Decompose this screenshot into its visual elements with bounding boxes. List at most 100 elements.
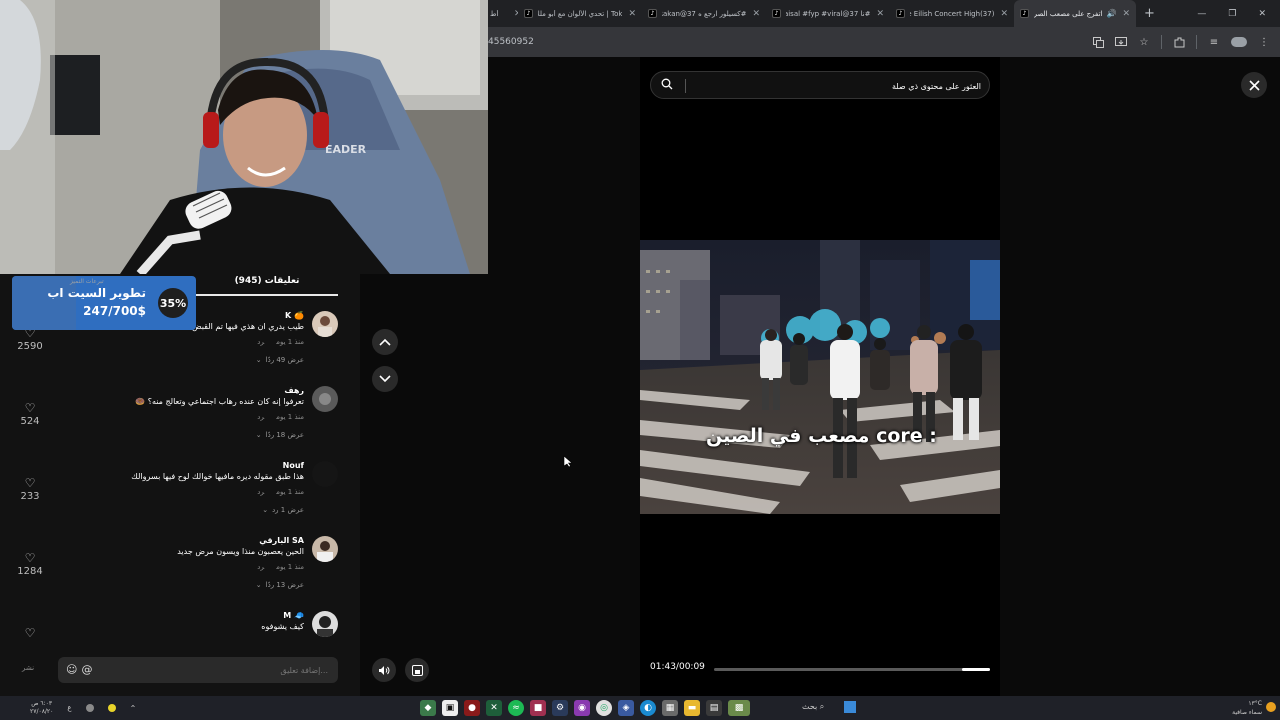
app-icon[interactable]: ✕ — [486, 700, 502, 716]
pip-button[interactable] — [405, 658, 429, 682]
browser-tab[interactable]: ♪ #نا faisal #fyp #viral@37 ✕ — [766, 0, 890, 27]
close-video-button[interactable] — [1241, 72, 1267, 98]
webcam-overlay: EADER — [0, 0, 488, 274]
chevron-up-icon[interactable]: ⌃ — [130, 704, 137, 713]
seek-bar[interactable] — [714, 668, 990, 671]
app-icon[interactable]: ◆ — [420, 700, 436, 716]
heart-icon[interactable]: ♡ — [14, 552, 46, 564]
comment-like[interactable]: ♡ 2590 — [14, 327, 46, 352]
weather-widget[interactable]: ١٣°C سماء صافية — [1232, 699, 1262, 717]
avatar[interactable] — [312, 611, 338, 637]
next-video-button[interactable] — [372, 366, 398, 392]
previous-video-button[interactable] — [372, 329, 398, 355]
comment-like[interactable]: ♡ 1284 — [14, 552, 46, 577]
browser-tab[interactable]: ♪ Tok | تحدي الألوان مع أبو ملك ✕ — [518, 0, 642, 27]
bookmark-star-icon[interactable]: ☆ — [1138, 36, 1150, 48]
translate-icon[interactable] — [1092, 36, 1104, 48]
maximize-icon[interactable]: ❐ — [1228, 9, 1236, 19]
comment-meta: منذ 1 يومرد — [257, 488, 304, 496]
address-bar: 45560952 ☆ ≡ ⋮ — [488, 27, 1280, 57]
tiktok-icon: ♪ — [1020, 9, 1029, 18]
app-icon[interactable]: ◈ — [618, 700, 634, 716]
tab-close-icon[interactable]: ✕ — [628, 9, 636, 19]
app-icon[interactable]: ▩ — [728, 700, 750, 716]
chevron-down-icon: ⌄ — [255, 356, 262, 364]
video-player[interactable]: مصعب في الصين core : 01:43/00:09 — [640, 57, 1000, 696]
mouse-cursor-icon — [563, 455, 573, 471]
comment-like[interactable]: ♡ — [14, 627, 46, 639]
view-replies-button[interactable]: عرض 49 ردًا⌄ — [256, 356, 304, 364]
install-app-icon[interactable] — [1115, 36, 1127, 48]
view-replies-button[interactable]: عرض 1 رد⌄ — [262, 506, 304, 514]
seek-bar-fill — [962, 668, 990, 671]
language-indicator[interactable]: ع — [67, 704, 71, 712]
comment-like[interactable]: ♡ 524 — [14, 402, 46, 427]
comment-input[interactable] — [58, 657, 338, 683]
mention-icon[interactable]: @ — [81, 663, 92, 676]
app-icon[interactable]: ▣ — [442, 700, 458, 716]
goal-percent: 35% — [158, 288, 188, 318]
view-replies-button[interactable]: عرض 18 ردًا⌄ — [256, 431, 304, 439]
extensions-icon[interactable] — [1173, 36, 1185, 48]
tab-close-icon[interactable]: ✕ — [1000, 9, 1008, 19]
speaker-icon[interactable]: 🔊 — [1106, 9, 1116, 18]
search-input[interactable] — [685, 75, 981, 97]
comment-like[interactable]: ♡ 233 — [14, 477, 46, 502]
tab-close-icon[interactable]: ✕ — [1122, 9, 1130, 19]
tiktok-icon: ♪ — [896, 9, 905, 18]
tab-close-icon[interactable]: ✕ — [876, 9, 884, 19]
window-controls: — ❐ ✕ — [1197, 9, 1280, 19]
heart-icon[interactable]: ♡ — [14, 627, 46, 639]
chevron-down-icon: ⌄ — [255, 581, 262, 589]
new-tab-button[interactable]: + — [1144, 6, 1155, 21]
edge-icon[interactable]: ◐ — [640, 700, 656, 716]
avatar[interactable] — [312, 311, 338, 337]
avatar[interactable] — [312, 386, 338, 412]
browser-tab[interactable]: أط — [488, 0, 508, 27]
heart-icon[interactable]: ♡ — [14, 402, 46, 414]
chevron-down-icon: ⌄ — [262, 506, 269, 514]
app-tray-icon[interactable] — [107, 704, 116, 712]
discord-icon[interactable]: ◉ — [574, 700, 590, 716]
browser-tab[interactable]: ♪ (37)Billie Eilish Concert High ✕ — [890, 0, 1014, 27]
media-controls-icon[interactable]: ≡ — [1208, 36, 1220, 48]
network-icon[interactable] — [85, 704, 94, 712]
weather-sun-icon — [1266, 702, 1276, 712]
windows-start-icon[interactable] — [844, 701, 856, 713]
search-icon[interactable] — [661, 78, 673, 93]
heart-icon[interactable]: ♡ — [14, 477, 46, 489]
avatar[interactable] — [312, 461, 338, 487]
reply-button[interactable]: رد — [257, 488, 264, 496]
browser-tab-active[interactable]: ♪ اتفرج على مصعب الصر... 🔊 ✕ — [1014, 0, 1136, 27]
reply-button[interactable]: رد — [257, 338, 264, 346]
url-field[interactable]: 45560952 — [488, 37, 534, 47]
comment-meta: منذ 1 يومرد — [257, 563, 304, 571]
app-icon[interactable]: ▦ — [662, 700, 678, 716]
taskbar-search[interactable]: بحث ⌕ — [802, 702, 824, 712]
chrome-icon[interactable]: ◎ — [596, 700, 612, 716]
menu-kebab-icon[interactable]: ⋮ — [1258, 36, 1270, 48]
spotify-icon[interactable]: ≈ — [508, 700, 524, 716]
app-icon[interactable]: ● — [464, 700, 480, 716]
comment-item: M 🧢 كيف يشوفوه — [60, 611, 338, 641]
file-explorer-icon[interactable]: ▬ — [684, 700, 700, 716]
reply-button[interactable]: رد — [257, 413, 264, 421]
app-icon[interactable]: ▤ — [706, 700, 722, 716]
avatar[interactable] — [312, 536, 338, 562]
reply-button[interactable]: رد — [257, 563, 264, 571]
comments-tab[interactable]: (945) تعليقات — [196, 276, 338, 296]
steam-icon[interactable]: ⚙ — [552, 700, 568, 716]
tab-close-icon[interactable]: ✕ — [508, 0, 518, 27]
view-replies-button[interactable]: عرض 13 ردًا⌄ — [256, 581, 304, 589]
emoji-icon[interactable]: ☺ — [66, 663, 77, 676]
profile-avatar[interactable] — [1231, 37, 1247, 47]
video-frame[interactable] — [640, 240, 1000, 514]
app-icon[interactable]: ■ — [530, 700, 546, 716]
minimize-icon[interactable]: — — [1197, 9, 1206, 19]
chevron-down-icon: ⌄ — [255, 431, 262, 439]
browser-tab[interactable]: ♪ #كسيلور ارجع ه Rakan@37 ✕ — [642, 0, 766, 27]
close-window-icon[interactable]: ✕ — [1258, 9, 1266, 19]
tab-close-icon[interactable]: ✕ — [752, 9, 760, 19]
clock[interactable]: ٦:٠٣ ص ٢٧/٠٨/٢٠ — [30, 700, 53, 716]
volume-button[interactable] — [372, 658, 396, 682]
